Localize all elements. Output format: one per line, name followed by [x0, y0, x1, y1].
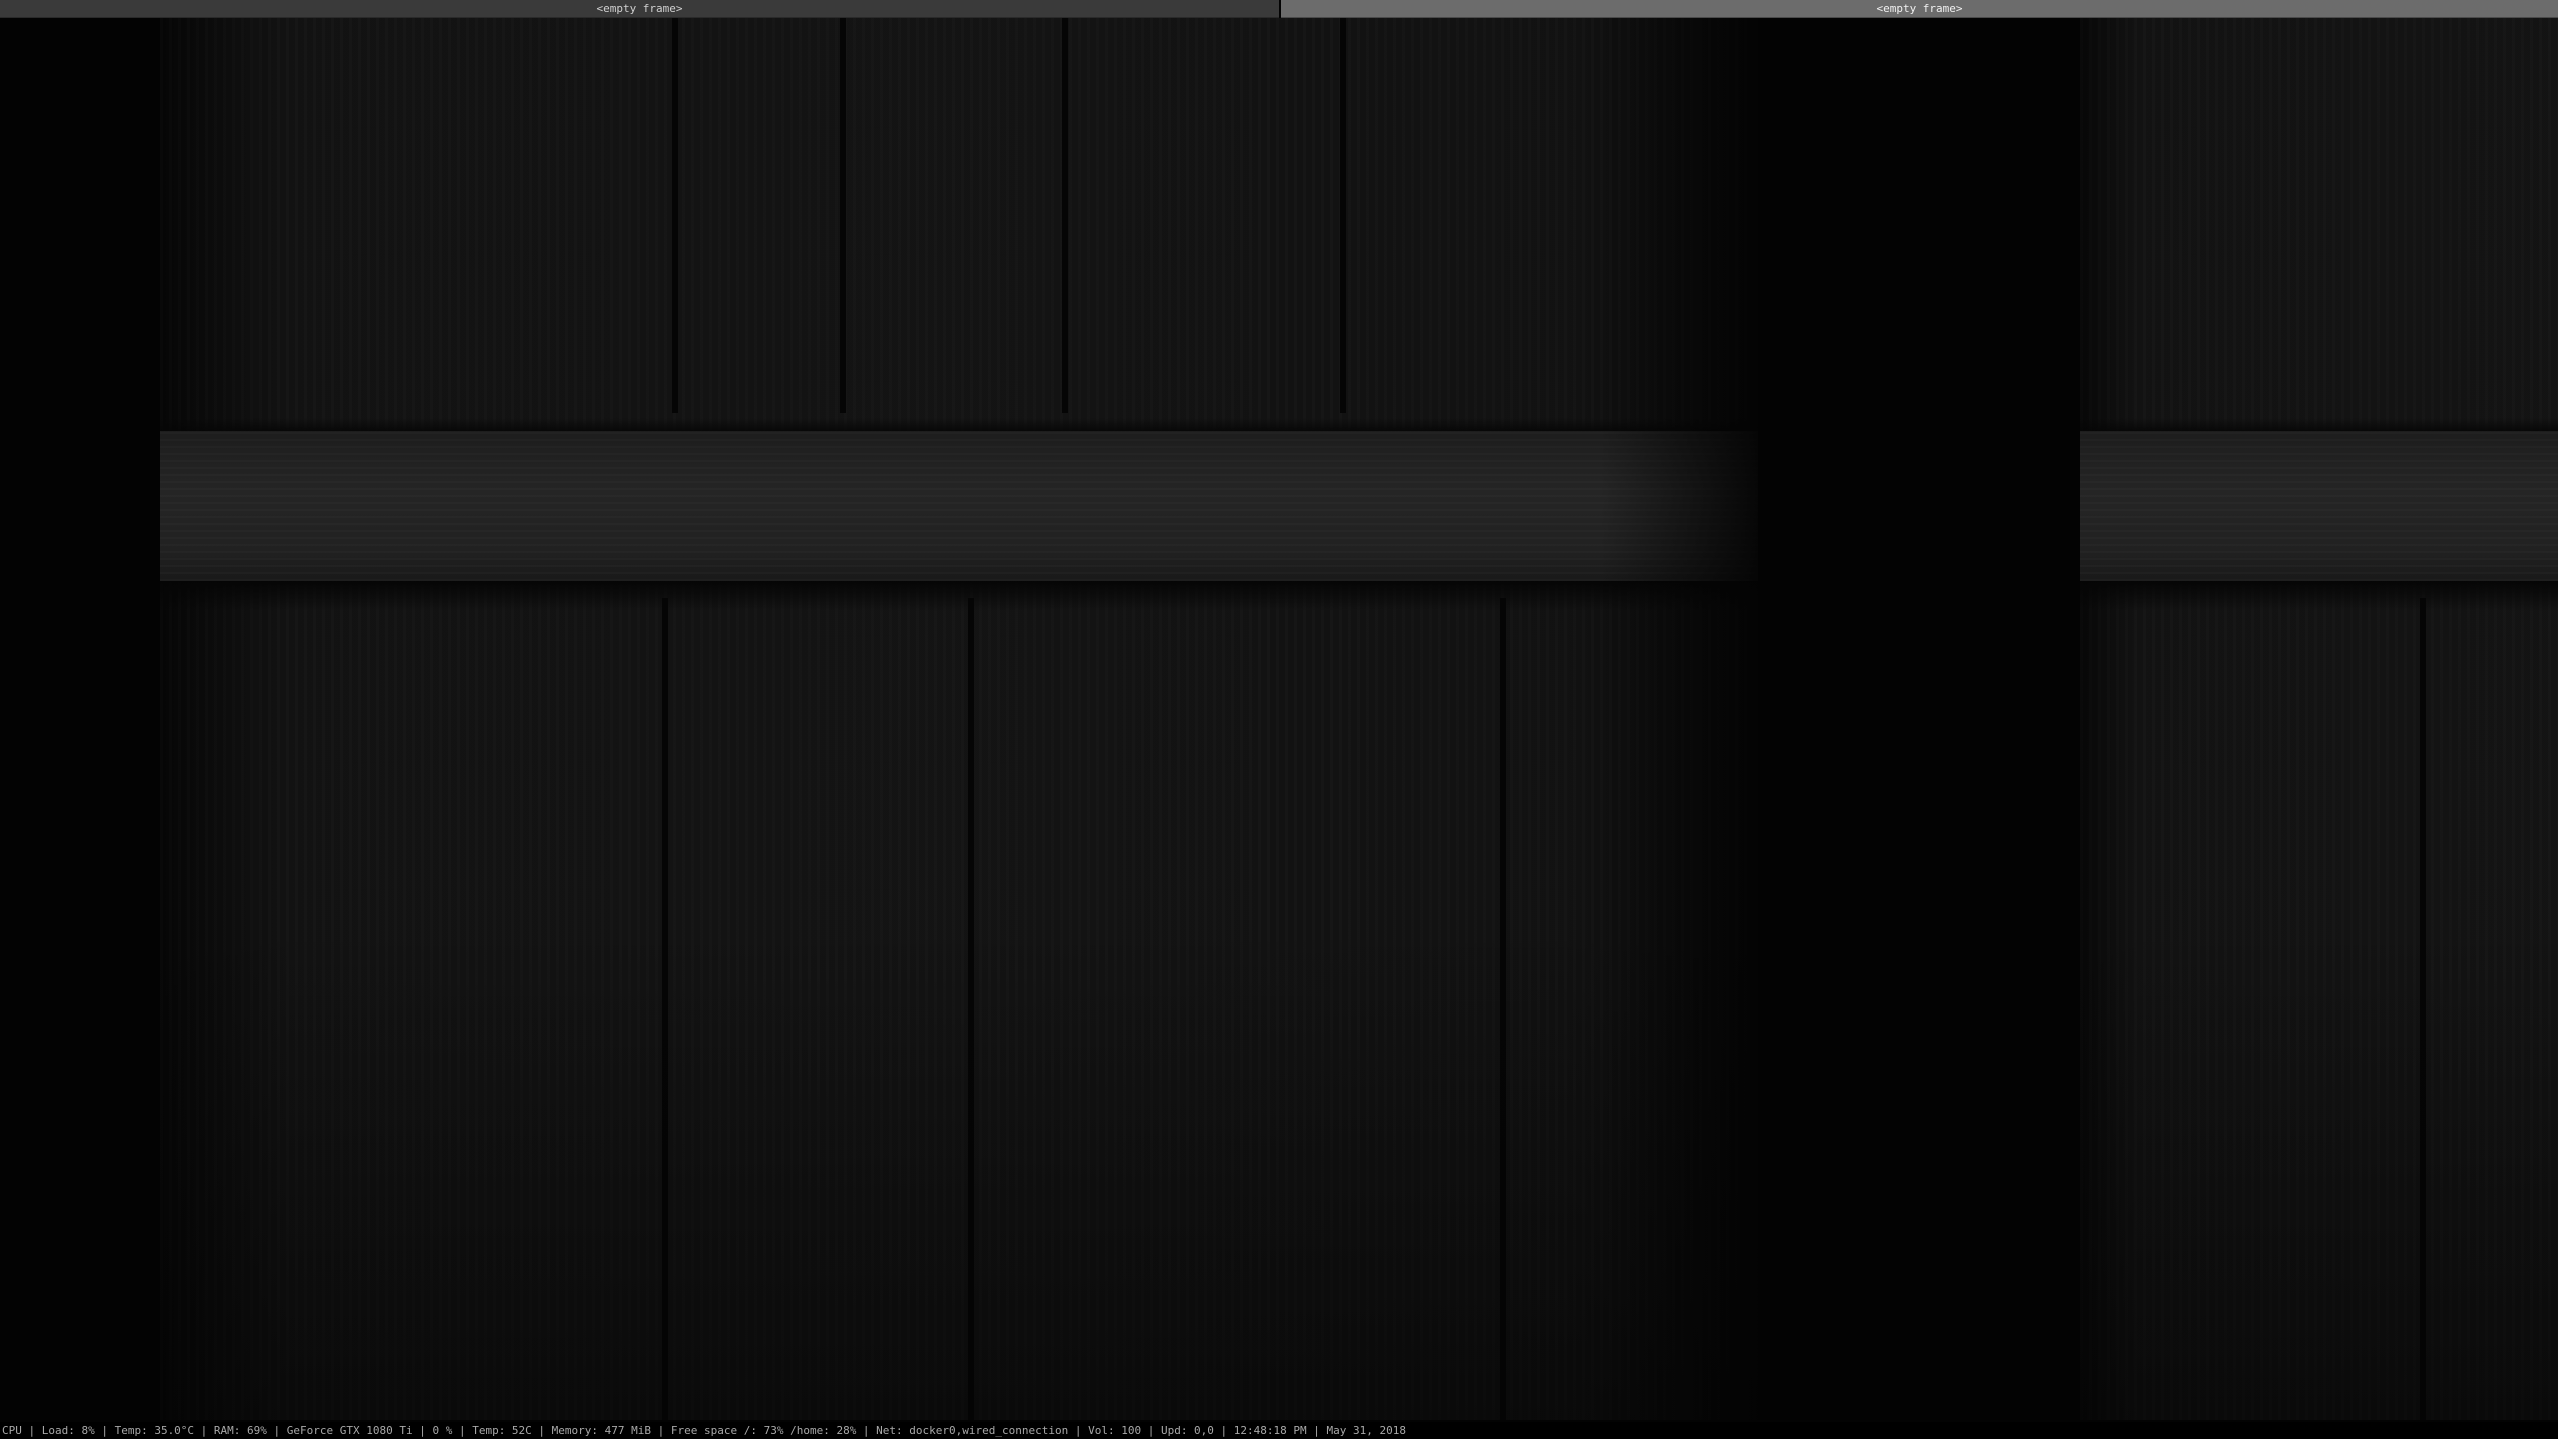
wooden-cross-beam [2080, 431, 2558, 581]
desktop-screen: <empty frame> <empty frame> CPU | Load: … [0, 0, 2558, 1439]
frame-tab-left[interactable]: <empty frame> [0, 0, 1279, 18]
status-bar: CPU | Load: 8% | Temp: 35.0°C | RAM: 69%… [0, 1422, 2558, 1439]
wallpaper-bottom-fade [2080, 920, 2558, 1420]
wallpaper-wood-planks [160, 18, 1758, 1420]
plank-gap [1340, 18, 1346, 413]
plank-gap [1062, 18, 1068, 413]
wallpaper-edge-fade [1600, 18, 1760, 1420]
wooden-cross-beam [160, 431, 1758, 581]
frame-tab-right-active[interactable]: <empty frame> [1281, 0, 2558, 18]
beam-shadow [2080, 581, 2558, 611]
wallpaper-bottom-fade [160, 920, 1758, 1420]
wallpaper-wood-planks-right [2080, 18, 2558, 1420]
beam-shadow [160, 581, 1758, 611]
plank-gap [840, 18, 846, 413]
plank-gap [672, 18, 678, 413]
